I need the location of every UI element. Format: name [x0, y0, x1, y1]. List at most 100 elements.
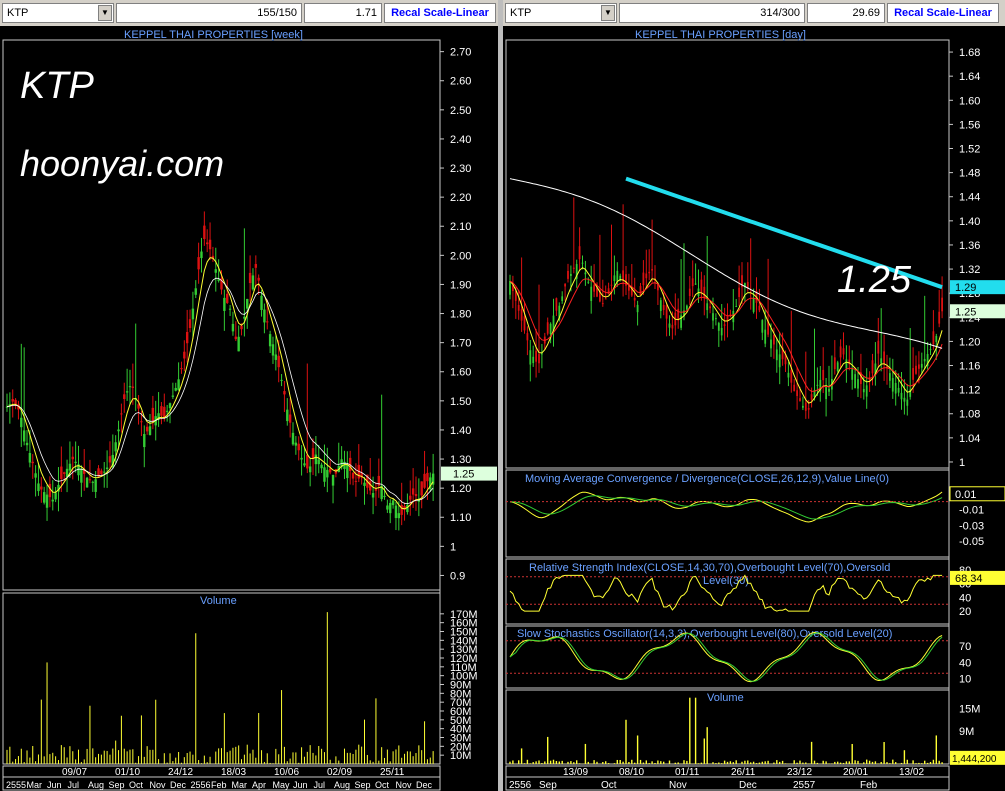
daily-candle-body — [775, 349, 778, 361]
daily-candle-body — [613, 275, 616, 282]
weekly-candle-body — [120, 413, 123, 415]
daily-symbol-select[interactable]: KTP ▼ — [505, 3, 617, 23]
weekly-candle-body — [42, 492, 46, 503]
daily-date-tick: 13/09 — [563, 767, 588, 778]
weekly-y-tick-label: 2.50 — [450, 105, 471, 117]
daily-bars-count: 314/300 — [619, 3, 805, 23]
daily-date-label: 2556 — [509, 780, 532, 791]
weekly-candle-body — [94, 479, 97, 492]
daily-macd-tick-label: -0.01 — [959, 505, 984, 517]
daily-metric: 29.69 — [807, 3, 885, 23]
chevron-down-icon[interactable]: ▼ — [601, 5, 615, 21]
weekly-candle-body — [400, 505, 403, 515]
weekly-candle-body — [88, 479, 92, 481]
weekly-date-tick: 25/11 — [380, 767, 405, 778]
daily-candle-body — [920, 363, 923, 368]
daily-recal-scale-button[interactable]: Recal Scale-Linear — [887, 3, 999, 23]
weekly-candle-body — [217, 279, 220, 281]
daily-candle-body — [761, 320, 764, 333]
daily-macd-signal-line — [509, 495, 943, 520]
daily-date-label: Oct — [601, 780, 617, 791]
weekly-candle-body — [140, 421, 143, 423]
daily-candle-body — [509, 281, 511, 295]
daily-candle-body — [561, 296, 564, 301]
weekly-symbol-select[interactable]: KTP ▼ — [2, 3, 114, 23]
daily-candle-body — [891, 378, 894, 392]
daily-candle-body — [799, 398, 801, 401]
daily-candle-body — [816, 384, 819, 386]
weekly-candle-body — [251, 275, 255, 290]
weekly-candle-body — [409, 495, 412, 500]
daily-candle-body — [523, 316, 526, 331]
weekly-y-tick-label: 1.20 — [450, 483, 471, 495]
weekly-candle-body — [148, 426, 152, 436]
daily-rsi-tag-label: 68.34 — [955, 573, 983, 585]
weekly-candle-body — [63, 472, 66, 474]
daily-candle-body — [833, 357, 836, 370]
weekly-date-tick: 01/10 — [115, 767, 140, 778]
weekly-candle-body — [317, 459, 320, 465]
daily-candle-body — [889, 373, 891, 381]
daily-candle-body — [648, 271, 651, 274]
weekly-date-label: Mar — [232, 780, 248, 790]
daily-macd-tag-label: 0.01 — [955, 489, 976, 501]
daily-candle-body — [526, 333, 529, 341]
weekly-candle-body — [257, 277, 260, 281]
weekly-date-label: Aug — [334, 780, 350, 790]
daily-y-tick-label: 1.68 — [959, 47, 980, 59]
daily-date-tick: 23/12 — [787, 767, 812, 778]
daily-y-tick-label: 1.60 — [959, 95, 980, 107]
weekly-candle-body — [105, 467, 109, 469]
weekly-date-label: Nov — [150, 780, 167, 790]
weekly-candle-body — [411, 488, 415, 495]
weekly-y-tick-label: 2.00 — [450, 250, 471, 262]
weekly-y-tick-label: 1.10 — [450, 512, 471, 524]
daily-price-annotation: 1.25 — [837, 259, 912, 301]
weekly-date-label: Dec — [416, 780, 433, 790]
weekly-price-frame — [2, 39, 441, 591]
daily-y-tick-label: 1.64 — [959, 71, 980, 83]
daily-candle-body — [700, 279, 703, 294]
weekly-candle-body — [151, 407, 155, 422]
daily-candle-body — [790, 369, 793, 383]
daily-candle-body — [662, 304, 665, 311]
weekly-recal-scale-button[interactable]: Recal Scale-Linear — [384, 3, 496, 23]
daily-candle-body — [932, 331, 935, 345]
weekly-candle-body — [28, 452, 32, 463]
weekly-candle-body — [22, 430, 26, 442]
daily-date-tick: 08/10 — [619, 767, 644, 778]
daily-candle-body — [659, 300, 662, 311]
daily-candle-body — [778, 354, 781, 368]
daily-candle-body — [871, 360, 874, 374]
daily-candle-body — [665, 305, 668, 319]
weekly-date-label: 2556 — [191, 780, 211, 790]
daily-candle-body — [703, 286, 706, 299]
chevron-down-icon[interactable]: ▼ — [98, 5, 112, 21]
weekly-candle-body — [383, 495, 386, 497]
weekly-candle-body — [303, 463, 306, 466]
weekly-y-tick-label: 1.70 — [450, 338, 471, 350]
weekly-candle-body — [100, 470, 103, 475]
weekly-candle-body — [394, 505, 398, 519]
weekly-y-tick-label: 2.30 — [450, 163, 471, 175]
weekly-y-tick-label: 1.50 — [450, 396, 471, 408]
daily-candle-body — [822, 369, 825, 381]
weekly-candle-body — [271, 344, 275, 356]
daily-y-tick-label: 1.44 — [959, 192, 980, 204]
weekly-candle-body — [191, 308, 195, 320]
weekly-candle-body — [414, 493, 418, 497]
weekly-date-label: Oct — [375, 780, 390, 790]
daily-candle-body — [584, 272, 587, 275]
daily-candle-body — [587, 281, 590, 283]
daily-volume-tick-label: 9M — [959, 726, 974, 738]
daily-y-tick-label: 1.12 — [959, 385, 980, 397]
daily-date-tick: 13/02 — [899, 767, 924, 778]
daily-candle-body — [715, 318, 717, 320]
weekly-candle-body — [268, 334, 272, 347]
weekly-candle-body — [197, 257, 200, 270]
daily-candle-body — [645, 273, 648, 279]
weekly-candle-body — [143, 434, 146, 448]
weekly-candle-body — [200, 251, 203, 259]
daily-candle-body — [738, 287, 740, 297]
daily-candle-body — [546, 322, 549, 334]
